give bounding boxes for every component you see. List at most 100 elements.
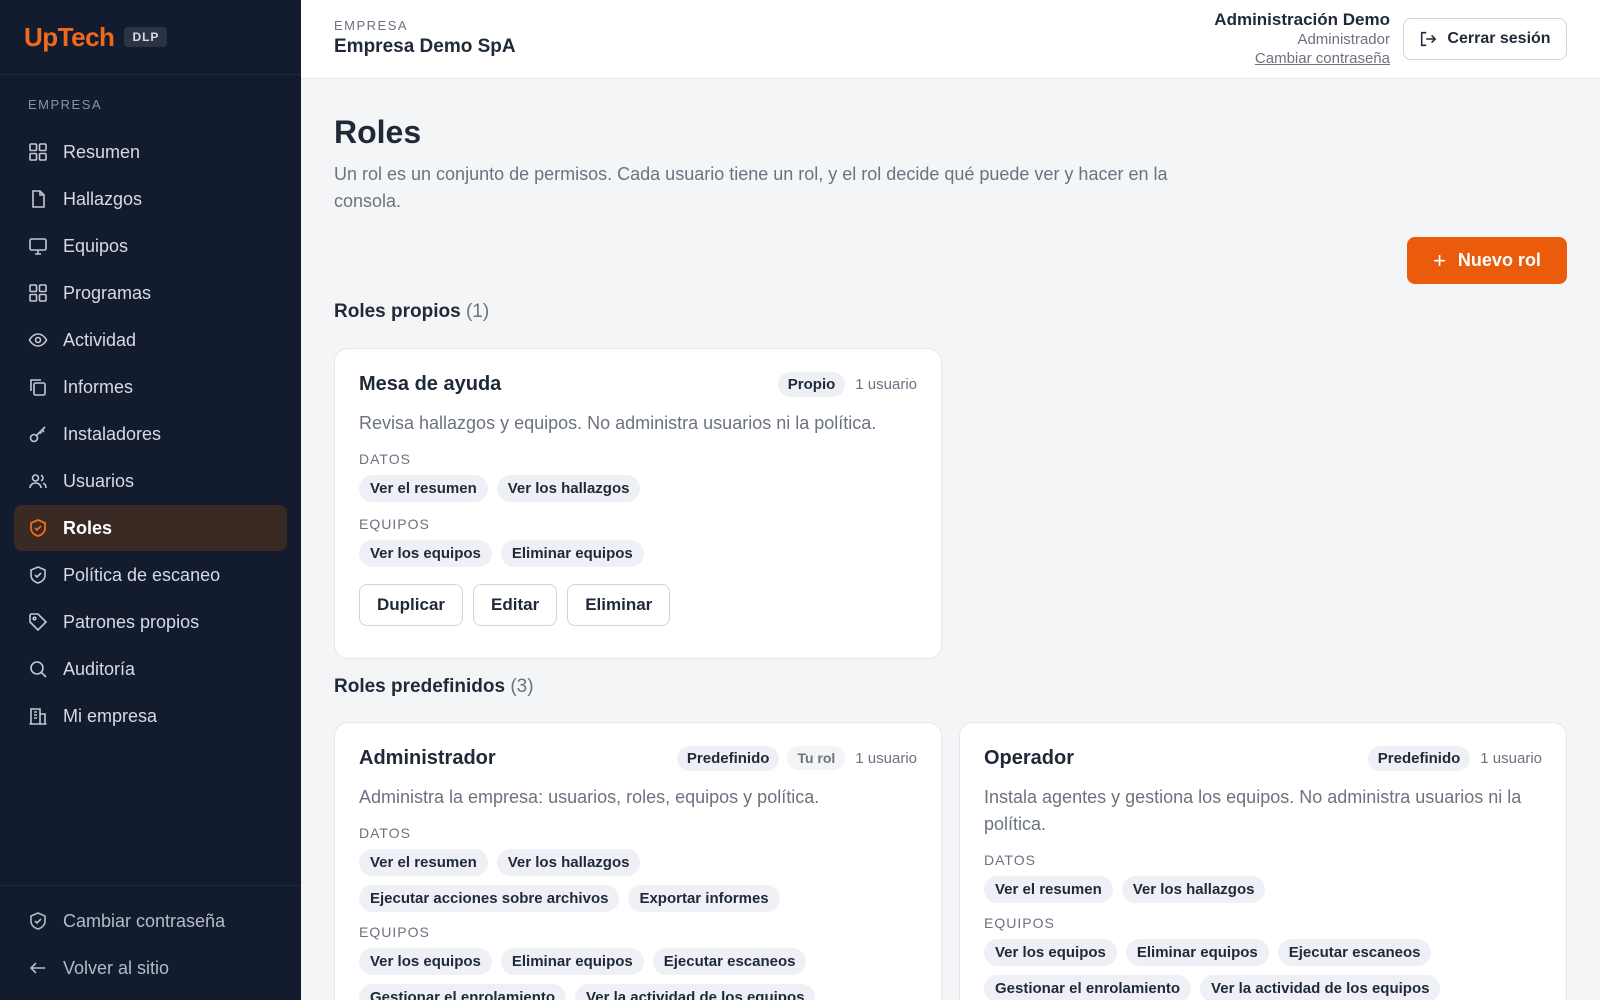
permission-chip: Exportar informes: [628, 885, 780, 912]
section-count: (1): [465, 301, 490, 322]
permission-chip: Ver los hallazgos: [496, 849, 641, 876]
sidebar-item-mi-empresa[interactable]: Mi empresa: [14, 693, 287, 739]
sidebar-item-roles[interactable]: Roles: [14, 505, 287, 551]
logout-label: Cerrar sesión: [1447, 30, 1551, 47]
sidebar-item-programas[interactable]: Programas: [14, 270, 287, 316]
permission-chip: Ver la actividad de los equipos: [575, 984, 816, 1000]
sidebar-item-patrones[interactable]: Patrones propios: [14, 599, 287, 645]
permission-chips: Ver los equipos Eliminar equipos Ejecuta…: [359, 948, 917, 1000]
uptech-logo[interactable]: UpTech: [24, 22, 115, 53]
sidebar-item-label: Equipos: [63, 235, 129, 256]
sidebar-item-actividad[interactable]: Actividad: [14, 317, 287, 363]
sidebar-item-label: Política de escaneo: [63, 564, 221, 585]
permission-chip: Ver los equipos: [359, 948, 492, 975]
permission-chips: Ver los equipos Eliminar equipos Ejecuta…: [984, 939, 1542, 1000]
logout-button[interactable]: Cerrar sesión: [1403, 18, 1567, 60]
permission-chip: Eliminar equipos: [500, 948, 644, 975]
new-role-button[interactable]: + Nuevo rol: [1407, 237, 1567, 284]
shield-icon: [28, 565, 48, 585]
logout-icon: [1419, 30, 1437, 48]
sidebar-item-label: Patrones propios: [63, 611, 200, 632]
role-user-count: 1 usuario: [1480, 749, 1542, 767]
permission-chip: Ver los hallazgos: [1121, 876, 1266, 903]
permission-chip: Ejecutar escaneos: [1277, 939, 1432, 966]
edit-button[interactable]: Editar: [473, 584, 558, 626]
permission-chip: Ver la actividad de los equipos: [1200, 975, 1441, 1000]
eye-icon: [28, 330, 48, 350]
top-header: EMPRESA Empresa Demo SpA Administración …: [301, 0, 1600, 79]
arrow-left-icon: [28, 958, 48, 978]
main-content: Roles Un rol es un conjunto de permisos.…: [334, 79, 1567, 1000]
section-title-text: Roles propios: [334, 301, 461, 322]
user-name: Administración Demo: [1214, 10, 1390, 29]
delete-button[interactable]: Eliminar: [567, 584, 671, 626]
dlp-badge: DLP: [124, 27, 168, 47]
role-card-administrador: Administrador Predefinido Tu rol 1 usuar…: [334, 722, 942, 1000]
permission-chip: Eliminar equipos: [1125, 939, 1269, 966]
role-user-count: 1 usuario: [855, 375, 917, 393]
sidebar-back-to-site[interactable]: Volver al sitio: [14, 945, 287, 991]
shield-icon: [28, 911, 48, 931]
sidebar-item-label: Cambiar contraseña: [63, 910, 226, 931]
sidebar-item-resumen[interactable]: Resumen: [14, 129, 287, 175]
sidebar-item-auditoria[interactable]: Auditoría: [14, 646, 287, 692]
sidebar-section-label: EMPRESA: [28, 97, 103, 112]
company-label: EMPRESA: [334, 18, 409, 33]
search-icon: [28, 659, 48, 679]
permission-chip: Ver el resumen: [359, 849, 488, 876]
shield-check-icon: [28, 518, 48, 538]
permission-chip: Ver los equipos: [984, 939, 1117, 966]
tag-icon: [28, 612, 48, 632]
users-icon: [28, 471, 48, 491]
own-roles-heading: Roles propios (1): [334, 301, 489, 323]
permission-group-label: DATOS: [984, 852, 1036, 868]
role-description: Revisa hallazgos y equipos. No administr…: [359, 413, 877, 433]
permission-chip: Eliminar equipos: [500, 540, 644, 567]
permission-group-label: EQUIPOS: [359, 924, 430, 940]
sidebar-change-password[interactable]: Cambiar contraseña: [14, 898, 287, 944]
permission-group-label: DATOS: [359, 825, 411, 841]
card-header: Mesa de ayuda Propio 1 usuario: [359, 371, 917, 397]
sidebar-item-label: Roles: [63, 517, 113, 538]
sidebar-item-hallazgos[interactable]: Hallazgos: [14, 176, 287, 222]
permission-chip: Ejecutar acciones sobre archivos: [359, 885, 620, 912]
sidebar-item-label: Volver al sitio: [63, 957, 170, 978]
predefined-roles-heading: Roles predefinidos (3): [334, 676, 534, 698]
grid-icon: [28, 142, 48, 162]
role-actions: Duplicar Editar Eliminar: [359, 584, 917, 626]
permission-chip: Ver los equipos: [359, 540, 492, 567]
role-name: Operador: [984, 746, 1075, 769]
sidebar-item-label: Instaladores: [63, 423, 162, 444]
role-card-mesa-de-ayuda: Mesa de ayuda Propio 1 usuario Revisa ha…: [334, 348, 942, 659]
sidebar-nav: Resumen Hallazgos Equipos Programas Acti…: [0, 129, 301, 739]
permission-chips: Ver el resumen Ver los hallazgos: [984, 876, 1542, 912]
role-description: Instala agentes y gestiona los equipos. …: [984, 787, 1522, 834]
duplicate-button[interactable]: Duplicar: [359, 584, 464, 626]
permission-chip: Ver el resumen: [359, 475, 488, 502]
monitor-icon: [28, 236, 48, 256]
your-role-badge: Tu rol: [787, 746, 846, 770]
permission-chip: Gestionar el enrolamiento: [984, 975, 1192, 1000]
role-type-badge: Predefinido: [676, 745, 780, 771]
role-name: Administrador: [359, 746, 496, 769]
sidebar-item-informes[interactable]: Informes: [14, 364, 287, 410]
sidebar-item-politica[interactable]: Política de escaneo: [14, 552, 287, 598]
user-info: Administración Demo Administrador Cambia…: [1214, 10, 1390, 68]
role-type-badge: Predefinido: [1367, 745, 1471, 771]
key-icon: [28, 424, 48, 444]
sidebar: UpTech DLP EMPRESA Resumen Hallazgos Equ…: [0, 0, 301, 1000]
sidebar-item-label: Hallazgos: [63, 188, 143, 209]
permission-chips: Ver el resumen Ver los hallazgos: [359, 475, 917, 511]
sidebar-item-label: Actividad: [63, 329, 137, 350]
change-password-link[interactable]: Cambiar contraseña: [1214, 49, 1390, 68]
sidebar-item-label: Mi empresa: [63, 705, 158, 726]
sidebar-item-usuarios[interactable]: Usuarios: [14, 458, 287, 504]
sidebar-item-instaladores[interactable]: Instaladores: [14, 411, 287, 457]
sidebar-item-label: Resumen: [63, 141, 141, 162]
role-card-operador: Operador Predefinido 1 usuario Instala a…: [959, 722, 1567, 1000]
card-header: Administrador Predefinido Tu rol 1 usuar…: [359, 745, 917, 771]
sidebar-item-equipos[interactable]: Equipos: [14, 223, 287, 269]
page-title: Roles: [334, 114, 422, 150]
permission-group-label: DATOS: [359, 451, 411, 467]
role-user-count: 1 usuario: [855, 749, 917, 767]
